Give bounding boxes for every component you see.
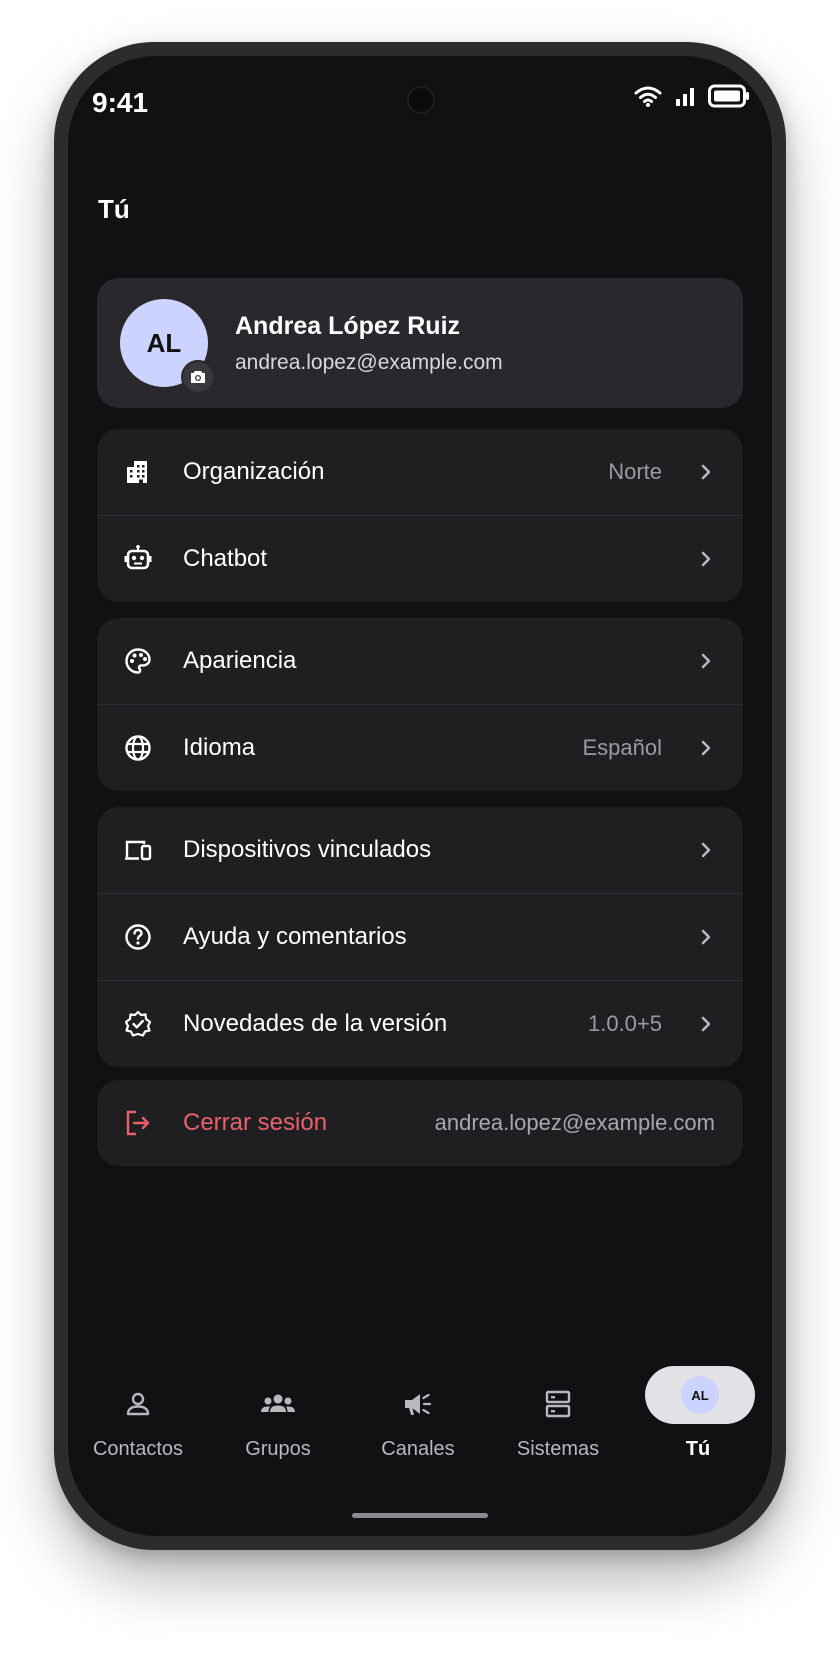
chevron-right-icon — [701, 740, 711, 756]
logout-label: Cerrar sesión — [183, 1109, 328, 1136]
robot-icon — [124, 545, 152, 570]
row-label: Novedades de la versión — [183, 1010, 448, 1037]
nav-groups[interactable]: Grupos — [208, 1382, 348, 1482]
row-value: Español — [582, 735, 662, 760]
nav-label: Contactos — [92, 1438, 184, 1460]
nav-label: Tú — [685, 1438, 711, 1460]
chevron-right-icon — [701, 464, 711, 480]
help-circle-icon — [125, 924, 151, 950]
row-linked-devices[interactable]: Dispositivos vinculados — [97, 807, 743, 893]
groups-icon — [261, 1394, 295, 1412]
wifi-icon — [634, 86, 662, 107]
palette-icon — [125, 648, 151, 674]
nav-label: Canales — [381, 1438, 455, 1460]
row-label: Dispositivos vinculados — [183, 836, 432, 863]
logout-email: andrea.lopez@example.com — [434, 1110, 715, 1135]
profile-email: andrea.lopez@example.com — [235, 351, 503, 374]
nav-label: Sistemas — [516, 1438, 600, 1460]
nav-channels[interactable]: Canales — [348, 1382, 488, 1482]
screen: 9:41 Tú AL Andrea López Ruiz andrea.lope… — [68, 56, 772, 1536]
bottom-nav: Contactos Grupos Canales Sistemas AL Tú — [68, 1366, 772, 1502]
camera-icon[interactable] — [181, 360, 215, 394]
nav-label: Grupos — [245, 1438, 311, 1460]
row-label: Organización — [183, 458, 325, 485]
logout-button[interactable]: Cerrar sesión andrea.lopez@example.com — [97, 1080, 743, 1166]
avatar: AL — [681, 1376, 719, 1414]
devices-icon — [125, 840, 152, 861]
battery-icon — [708, 84, 749, 108]
home-indicator[interactable] — [352, 1513, 488, 1518]
status-time: 9:41 — [92, 87, 149, 118]
server-icon — [545, 1390, 571, 1418]
settings-group-preferences: Apariencia Idioma Español — [97, 618, 743, 791]
verified-badge-icon — [124, 1010, 152, 1037]
person-icon — [126, 1392, 150, 1416]
row-appearance[interactable]: Apariencia — [97, 618, 743, 704]
nav-contacts[interactable]: Contactos — [68, 1382, 208, 1482]
row-release-notes[interactable]: Novedades de la versión 1.0.0+5 — [97, 980, 743, 1067]
chevron-right-icon — [701, 551, 711, 567]
row-help-feedback[interactable]: Ayuda y comentarios — [97, 893, 743, 980]
avatar-initials: AL — [691, 1387, 709, 1403]
nav-you[interactable]: AL Tú — [628, 1366, 768, 1482]
front-camera — [407, 86, 435, 114]
signal-icon — [676, 88, 694, 106]
status-icons — [634, 84, 750, 108]
building-icon — [127, 461, 147, 483]
chevron-right-icon — [701, 1016, 711, 1032]
profile-name: Andrea López Ruiz — [235, 312, 461, 340]
row-value: 1.0.0+5 — [587, 1011, 662, 1036]
settings-group-workspace: Organización Norte Chatbot — [97, 429, 743, 602]
chevron-right-icon — [701, 842, 711, 858]
avatar-initials: AL — [146, 327, 182, 358]
row-chatbot[interactable]: Chatbot — [97, 515, 743, 602]
row-value: Norte — [608, 459, 662, 484]
nav-systems[interactable]: Sistemas — [488, 1382, 628, 1482]
settings-group-support: Dispositivos vinculados Ayuda y comentar… — [97, 807, 743, 1067]
phone-frame: 9:41 Tú AL Andrea López Ruiz andrea.lope… — [54, 42, 786, 1550]
page-title: Tú — [98, 194, 130, 224]
status-bar: 9:41 — [68, 56, 772, 136]
row-language[interactable]: Idioma Español — [97, 704, 743, 791]
row-label: Chatbot — [183, 545, 268, 572]
globe-icon — [125, 735, 151, 761]
megaphone-icon — [405, 1393, 432, 1415]
chevron-right-icon — [701, 653, 711, 669]
profile-card[interactable]: AL Andrea López Ruiz andrea.lopez@exampl… — [97, 278, 743, 408]
logout-card: Cerrar sesión andrea.lopez@example.com — [97, 1080, 743, 1166]
logout-icon — [126, 1110, 150, 1136]
chevron-right-icon — [701, 929, 711, 945]
row-label: Ayuda y comentarios — [183, 923, 407, 950]
row-label: Apariencia — [183, 647, 297, 674]
row-label: Idioma — [183, 734, 256, 761]
row-organization[interactable]: Organización Norte — [97, 429, 743, 515]
